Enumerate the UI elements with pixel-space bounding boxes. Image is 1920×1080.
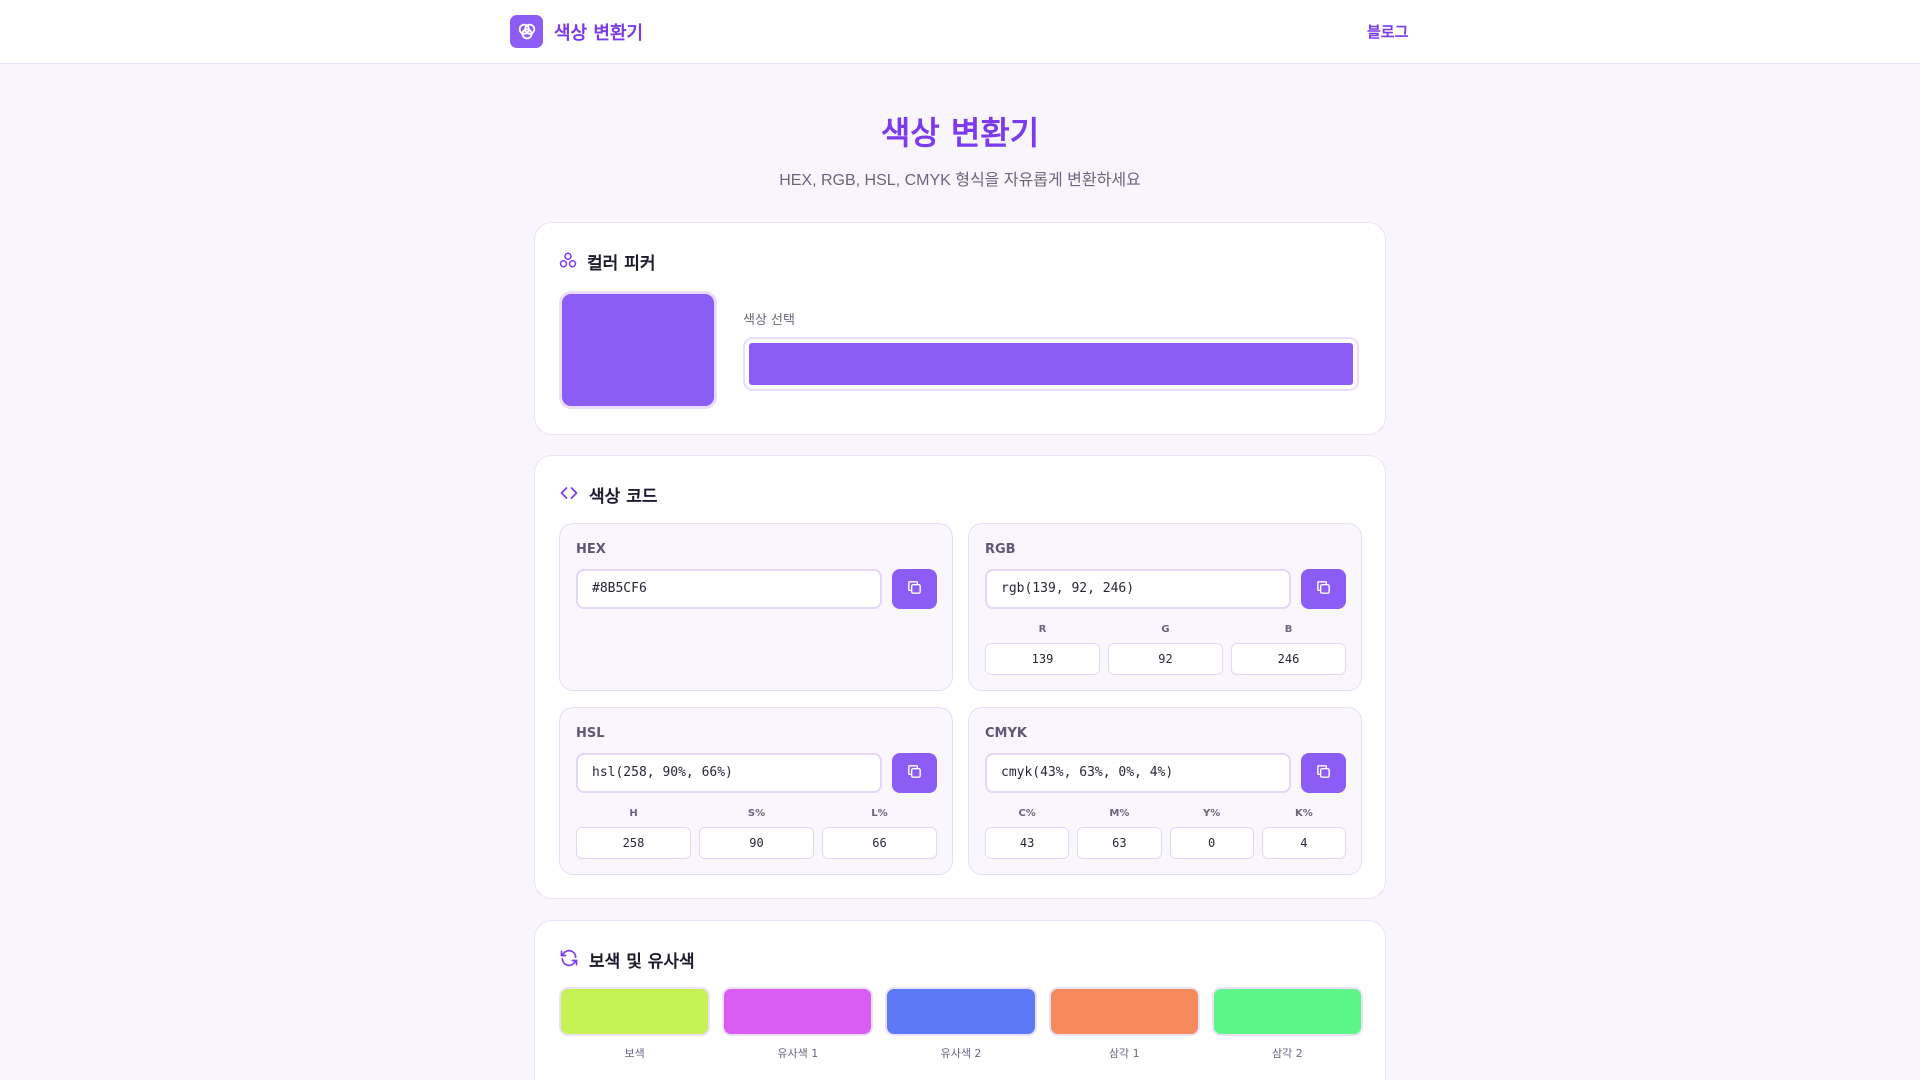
- cmyk-channel-row: C% 43 M% 63 Y% 0 K% 4: [985, 806, 1346, 859]
- channel-label: R: [1038, 624, 1047, 635]
- channel-r: R 139: [985, 622, 1100, 675]
- hsl-channel-row: H 258 S% 90 L% 66: [576, 806, 937, 859]
- color-swatch[interactable]: [885, 987, 1037, 1036]
- rgb-channel-row: R 139 G 92 B 246: [985, 622, 1346, 675]
- copy-icon: [906, 579, 923, 600]
- channel-r-input[interactable]: 139: [985, 643, 1100, 675]
- hsl-panel: HSL hsl(258, 90%, 66%) H 258 S% 90 L% 66: [559, 707, 953, 875]
- channel-k: K% 4: [1261, 806, 1346, 859]
- palette-icon: [510, 15, 543, 48]
- rgb-panel: RGB rgb(139, 92, 246) R 139 G 92 B 246: [968, 523, 1362, 691]
- hsl-label: HSL: [576, 726, 605, 741]
- channel-h-input[interactable]: 258: [576, 827, 691, 859]
- color-picker-header: 컬러 피커: [559, 249, 655, 274]
- color-swatch[interactable]: [559, 987, 711, 1036]
- brand-link[interactable]: 색상 변환기: [510, 15, 643, 48]
- copy-icon: [1315, 763, 1332, 784]
- channel-label: B: [1284, 624, 1293, 635]
- channel-c-input[interactable]: 43: [985, 827, 1070, 859]
- copy-cmyk-button[interactable]: [1301, 753, 1346, 793]
- harmony-swatch-row: 보색 유사색 1 유사색 2 삼각 1 삼각 2: [559, 987, 1364, 1061]
- color-harmony-card: 보색 및 유사색 보색 유사색 1 유사색 2 삼각 1 삼각 2: [534, 920, 1386, 1080]
- channel-label: Y%: [1202, 808, 1221, 819]
- color-select-input[interactable]: [743, 337, 1359, 391]
- swatch-triadic-1: 삼각 1: [1048, 987, 1200, 1061]
- color-picker-card: 컬러 피커 색상 선택: [534, 222, 1386, 435]
- cmyk-label: CMYK: [985, 726, 1027, 741]
- hsl-input[interactable]: hsl(258, 90%, 66%): [576, 753, 882, 793]
- channel-label: K%: [1294, 808, 1313, 819]
- channel-g-input[interactable]: 92: [1108, 643, 1223, 675]
- code-icon: [559, 483, 579, 507]
- channel-s: S% 90: [699, 806, 814, 859]
- swatch-triadic-2: 삼각 2: [1211, 987, 1364, 1061]
- channel-label: C%: [1018, 808, 1036, 819]
- hex-label: HEX: [576, 542, 606, 557]
- section-title: 컬러 피커: [587, 254, 656, 274]
- rgb-input[interactable]: rgb(139, 92, 246): [985, 569, 1291, 609]
- channel-l: L% 66: [822, 806, 937, 859]
- swatch-complementary: 보색: [559, 987, 711, 1061]
- copy-icon: [1315, 579, 1332, 600]
- channel-label: G: [1161, 624, 1170, 635]
- channel-b-input[interactable]: 246: [1231, 643, 1346, 675]
- channel-label: S%: [747, 808, 766, 819]
- channel-m-input[interactable]: 63: [1077, 827, 1162, 859]
- page-subtitle: HEX, RGB, HSL, CMYK 형식을 자유롭게 변환하세요: [779, 172, 1141, 189]
- copy-hex-button[interactable]: [892, 569, 937, 609]
- color-harmony-header: 보색 및 유사색: [559, 947, 695, 972]
- color-swatch[interactable]: [722, 987, 874, 1036]
- channel-label: H: [629, 808, 638, 819]
- copy-rgb-button[interactable]: [1301, 569, 1346, 609]
- channel-y-input[interactable]: 0: [1169, 827, 1254, 859]
- page-title: 색상 변환기: [880, 114, 1040, 152]
- brand-name: 색상 변환기: [554, 22, 644, 44]
- color-swatch[interactable]: [1048, 987, 1200, 1036]
- hex-panel: HEX #8B5CF6: [559, 523, 953, 691]
- swatch-label: 유사색 2: [940, 1047, 982, 1060]
- channel-b: B 246: [1231, 622, 1346, 675]
- cmyk-panel: CMYK cmyk(43%, 63%, 0%, 4%) C% 43 M% 63 …: [968, 707, 1362, 875]
- swatch-label: 유사색 1: [777, 1047, 819, 1060]
- color-codes-header: 색상 코드: [559, 482, 657, 507]
- channel-l-input[interactable]: 66: [822, 827, 937, 859]
- section-title: 보색 및 유사색: [589, 952, 695, 972]
- swatch-label: 삼각 2: [1272, 1047, 1303, 1060]
- color-select-label: 색상 선택: [743, 313, 795, 328]
- copy-icon: [906, 763, 923, 784]
- channel-h: H 258: [576, 806, 691, 859]
- swatch-analogous-1: 유사색 1: [722, 987, 874, 1061]
- color-preview-swatch: [559, 291, 717, 409]
- color-select-value: [749, 343, 1353, 385]
- channel-label: L%: [871, 808, 888, 819]
- cmyk-input[interactable]: cmyk(43%, 63%, 0%, 4%): [985, 753, 1291, 793]
- channel-m: M% 63: [1077, 806, 1162, 859]
- hex-input[interactable]: #8B5CF6: [576, 569, 882, 609]
- channel-s-input[interactable]: 90: [699, 827, 814, 859]
- channel-y: Y% 0: [1169, 806, 1254, 859]
- copy-hsl-button[interactable]: [892, 753, 937, 793]
- refresh-icon: [559, 948, 579, 972]
- swatch-label: 보색: [624, 1047, 645, 1060]
- nav-blog-link[interactable]: 블로그: [1367, 21, 1408, 42]
- swatch-analogous-2: 유사색 2: [885, 987, 1037, 1061]
- channel-label: M%: [1109, 808, 1130, 819]
- color-codes-card: 색상 코드 HEX #8B5CF6 RGB rgb(139, 92, 246) …: [534, 455, 1386, 899]
- channel-c: C% 43: [985, 806, 1070, 859]
- section-title: 색상 코드: [589, 487, 658, 507]
- channel-k-input[interactable]: 4: [1261, 827, 1346, 859]
- rgb-label: RGB: [985, 542, 1016, 557]
- top-navigation-bar: 색상 변환기 블로그: [0, 0, 1920, 64]
- color-swatch[interactable]: [1211, 987, 1364, 1036]
- palette-icon: [559, 251, 577, 273]
- swatch-label: 삼각 1: [1108, 1047, 1140, 1060]
- channel-g: G 92: [1108, 622, 1223, 675]
